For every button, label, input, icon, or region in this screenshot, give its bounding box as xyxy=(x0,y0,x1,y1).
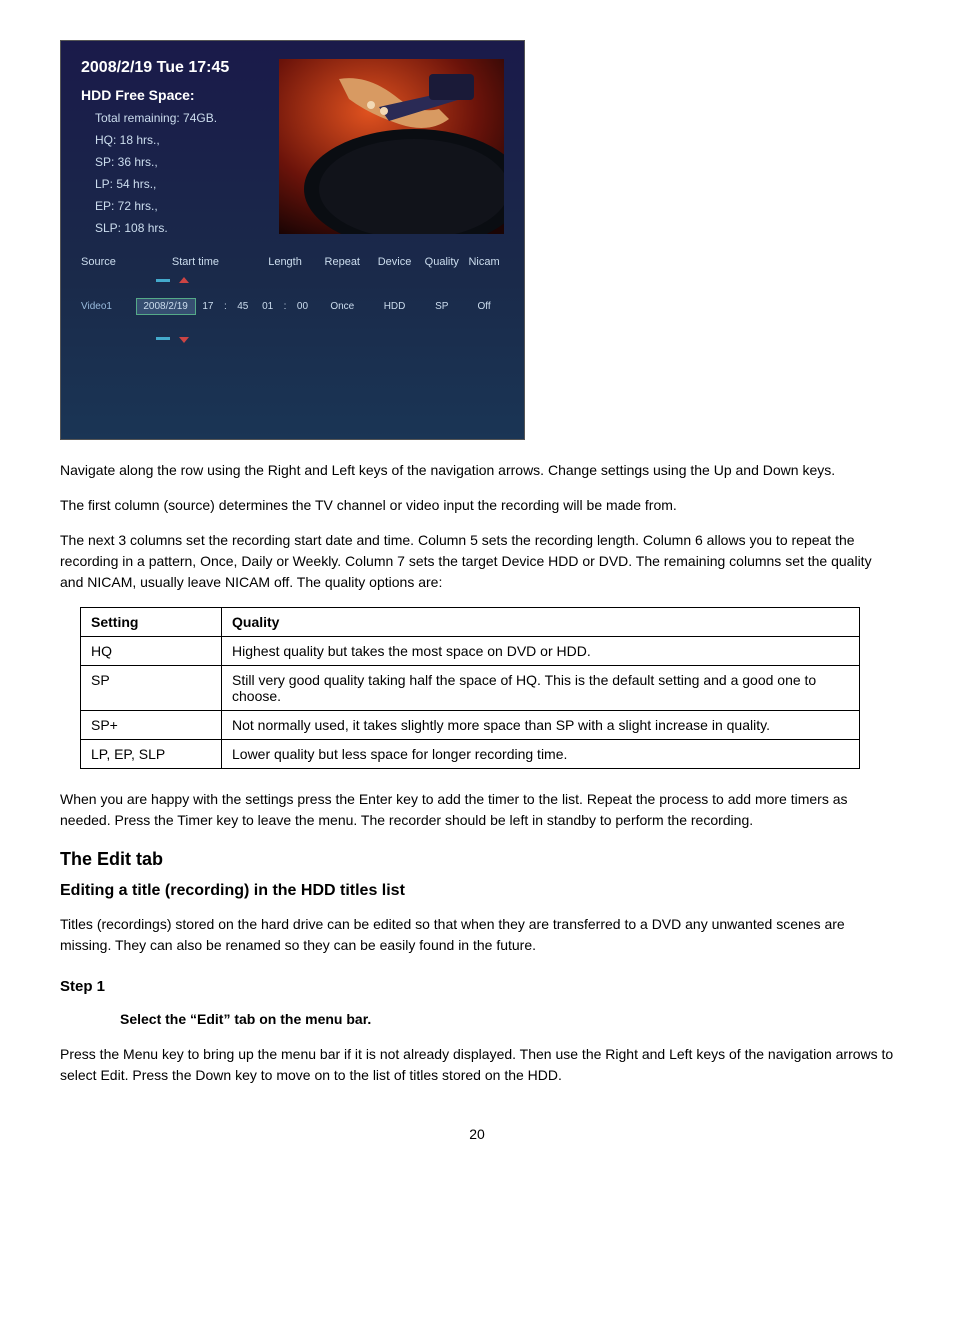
entry-device: HDD xyxy=(370,301,420,312)
cell-setting: HQ xyxy=(81,637,222,666)
arrow-down-icon xyxy=(179,337,189,343)
up-indicator xyxy=(156,279,170,282)
paragraph-nav: Navigate along the row using the Right a… xyxy=(60,460,894,481)
timer-record-screenshot: 2008/2/19 Tue 17:45 HDD Free Space: Tota… xyxy=(60,40,525,440)
entry-start-mm: 45 xyxy=(230,301,255,312)
col-length: Length xyxy=(255,256,315,268)
paragraph-source: The first column (source) determines the… xyxy=(60,495,894,516)
quality-table: Setting Quality HQ Highest quality but t… xyxy=(80,607,860,769)
th-quality: Quality xyxy=(222,608,860,637)
entry-sep1: : xyxy=(220,301,230,312)
cell-setting: SP+ xyxy=(81,711,222,740)
table-row: SP+ Not normally used, it takes slightly… xyxy=(81,711,860,740)
col-start: Start time xyxy=(136,256,255,268)
edit-tab-title: The Edit tab xyxy=(60,849,894,870)
step1-after: Press the Menu key to bring up the menu … xyxy=(60,1044,894,1086)
edit-paragraph: Titles (recordings) stored on the hard d… xyxy=(60,914,894,956)
col-quality: Quality xyxy=(419,256,464,268)
table-row: LP, EP, SLP Lower quality but less space… xyxy=(81,740,860,769)
preview-thumbnail xyxy=(279,59,504,234)
entry-quality: SP xyxy=(419,301,464,312)
entry-nicam: Off xyxy=(464,301,504,312)
paragraph-columns: The next 3 columns set the recording sta… xyxy=(60,530,894,593)
entry-len-hh: 01 xyxy=(255,301,280,312)
cell-setting: SP xyxy=(81,666,222,711)
step1-title: Step 1 xyxy=(60,978,894,995)
col-repeat: Repeat xyxy=(315,256,370,268)
cell-setting: LP, EP, SLP xyxy=(81,740,222,769)
entry-repeat: Once xyxy=(315,301,370,312)
cell-quality: Not normally used, it takes slightly mor… xyxy=(222,711,860,740)
cell-quality: Still very good quality taking half the … xyxy=(222,666,860,711)
col-device: Device xyxy=(370,256,420,268)
page-number: 20 xyxy=(60,1126,894,1142)
step1-body: Select the “Edit” tab on the menu bar. xyxy=(120,1009,894,1030)
entry-source: Video1 xyxy=(81,301,136,312)
entry-len-mm: 00 xyxy=(290,301,315,312)
down-indicator xyxy=(156,337,170,340)
edit-subtitle: Editing a title (recording) in the HDD t… xyxy=(60,882,894,900)
paragraph-finish: When you are happy with the settings pre… xyxy=(60,789,894,831)
entry-date[interactable]: 2008/2/19 xyxy=(136,298,196,315)
cell-quality: Lower quality but less space for longer … xyxy=(222,740,860,769)
arrow-up-icon xyxy=(179,277,189,283)
entry-sep2: : xyxy=(280,301,290,312)
timer-entry-row: Video1 2008/2/19 17 : 45 01 : 00 Once HD… xyxy=(81,298,504,315)
timer-table: Source Start time Length Repeat Device Q… xyxy=(81,256,504,315)
cell-quality: Highest quality but takes the most space… xyxy=(222,637,860,666)
timer-header-row: Source Start time Length Repeat Device Q… xyxy=(81,256,504,268)
table-row: HQ Highest quality but takes the most sp… xyxy=(81,637,860,666)
th-setting: Setting xyxy=(81,608,222,637)
entry-start-hh: 17 xyxy=(196,301,221,312)
col-nicam: Nicam xyxy=(464,256,504,268)
col-source: Source xyxy=(81,256,136,268)
table-row: SP Still very good quality taking half t… xyxy=(81,666,860,711)
